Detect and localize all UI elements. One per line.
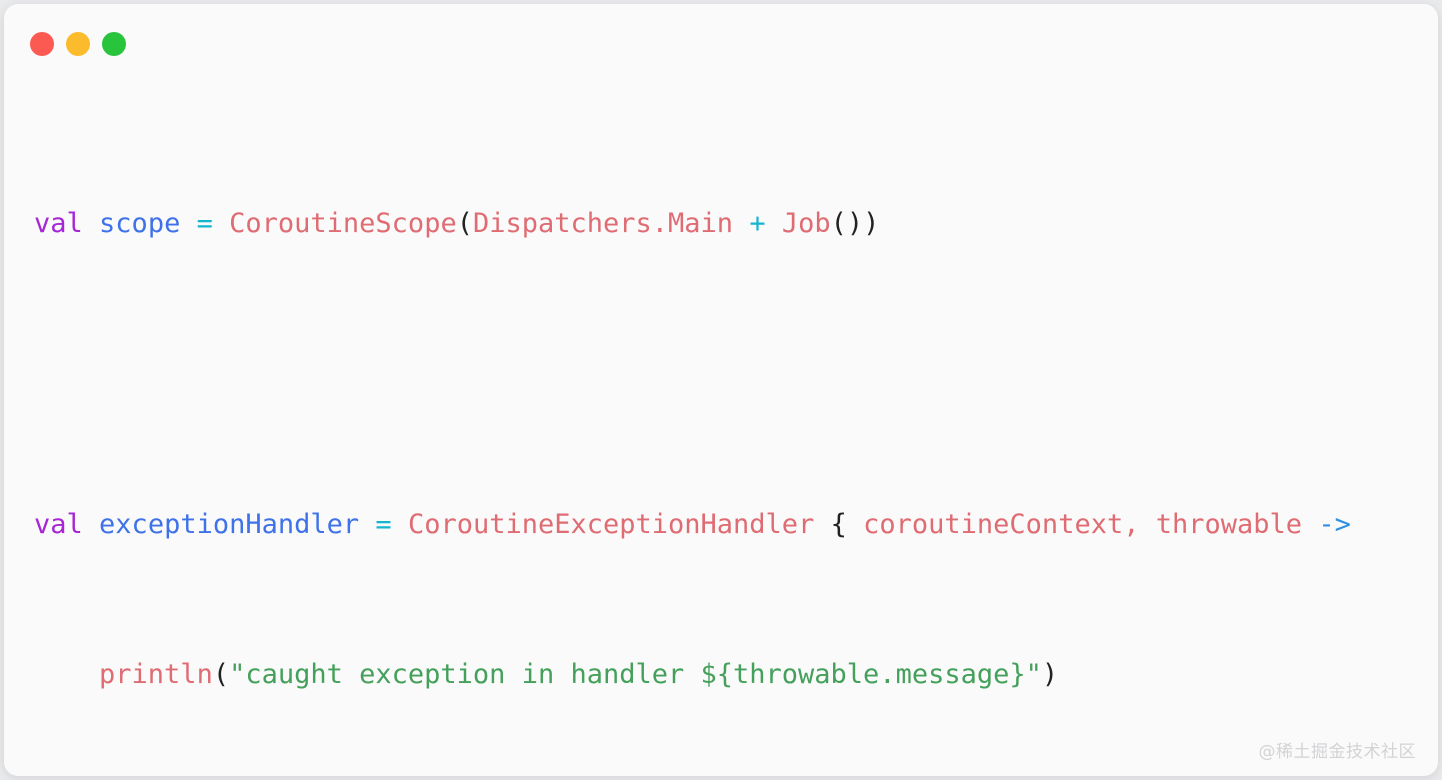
traffic-light-controls <box>30 32 126 56</box>
token-type-coroutinescope: CoroutineScope <box>229 207 457 239</box>
token-paren-close: ) <box>1041 658 1059 690</box>
close-window-button[interactable] <box>30 32 54 56</box>
token-paren-open: ( <box>212 658 230 690</box>
token-type-coroutineexceptionhandler: CoroutineExceptionHandler <box>407 508 815 540</box>
token-brace-open: { <box>830 508 847 540</box>
token-param-coroutinecontext: coroutineContext <box>863 508 1124 540</box>
token-dispatchers-main: Dispatchers.Main <box>472 207 734 239</box>
token-function-println: println <box>99 658 213 690</box>
code-window-card: val scope = CoroutineScope(Dispatchers.M… <box>4 4 1438 776</box>
token-operator-assign: = <box>375 508 392 540</box>
token-paren-close: ()) <box>830 207 880 239</box>
code-line-4: println("caught exception in handler ${t… <box>34 656 1424 694</box>
token-keyword-val: val <box>34 207 83 239</box>
token-type-job: Job <box>781 207 831 239</box>
token-identifier-scope: scope <box>99 207 181 239</box>
watermark-text: @稀土掘金技术社区 <box>1258 742 1416 762</box>
token-param-throwable: throwable <box>1155 508 1303 540</box>
code-block[interactable]: val scope = CoroutineScope(Dispatchers.M… <box>34 92 1424 776</box>
token-operator-plus: + <box>749 207 766 239</box>
token-comma: , <box>1123 508 1140 540</box>
token-keyword-val: val <box>34 508 83 540</box>
minimize-window-button[interactable] <box>66 32 90 56</box>
token-lambda-arrow: -> <box>1318 508 1351 540</box>
code-line-1: val scope = CoroutineScope(Dispatchers.M… <box>34 205 1424 243</box>
maximize-window-button[interactable] <box>102 32 126 56</box>
window-titlebar <box>4 4 1438 68</box>
token-paren-open: ( <box>456 207 473 239</box>
code-line-3: val exceptionHandler = CoroutineExceptio… <box>34 506 1424 544</box>
token-operator-assign: = <box>196 207 213 239</box>
code-line-2-blank <box>34 355 1424 393</box>
token-identifier-exceptionhandler: exceptionHandler <box>99 508 360 540</box>
screenshot-frame: val scope = CoroutineScope(Dispatchers.M… <box>0 0 1442 780</box>
token-string-literal: "caught exception in handler ${throwable… <box>229 658 1042 690</box>
